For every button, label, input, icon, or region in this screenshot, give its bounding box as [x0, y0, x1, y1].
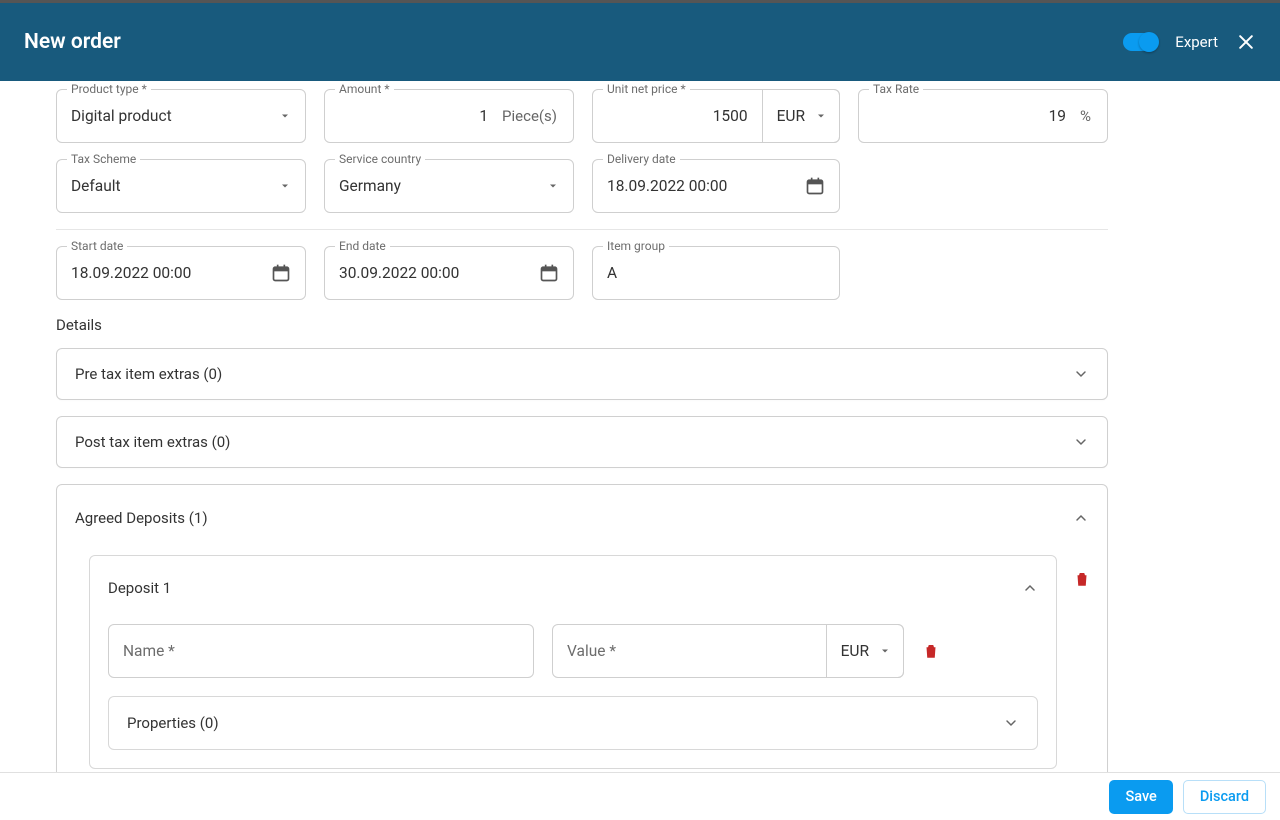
chevron-down-icon	[1073, 366, 1089, 382]
deposit-card: Deposit 1 Name * Value *	[89, 555, 1057, 769]
dialog-footer: Save Discard	[0, 772, 1280, 820]
chevron-down-icon	[1003, 715, 1019, 731]
chevron-up-icon	[1073, 510, 1089, 526]
deposit-currency-select[interactable]: EUR	[826, 624, 904, 678]
unit-net-price-label: Unit net price *	[603, 82, 690, 96]
deposit-name-label: Name *	[123, 642, 175, 660]
tax-rate-unit: %	[1074, 107, 1097, 125]
discard-button[interactable]: Discard	[1183, 780, 1266, 814]
tax-scheme-select[interactable]: Tax Scheme Default	[56, 159, 306, 213]
product-type-select[interactable]: Product type * Digital product	[56, 89, 306, 143]
deposit-row: Deposit 1 Name * Value *	[89, 555, 1091, 769]
product-type-value: Digital product	[71, 107, 275, 125]
amount-label: Amount *	[335, 82, 394, 96]
chevron-down-icon	[811, 110, 831, 122]
close-icon	[1236, 32, 1256, 52]
amount-value: 1	[339, 107, 496, 125]
form-scroll-area[interactable]: Product type * Digital product Amount * …	[0, 81, 1280, 772]
pre-tax-extras-header[interactable]: Pre tax item extras (0)	[57, 349, 1107, 399]
chevron-up-icon	[1022, 580, 1038, 596]
tax-rate-value: 19	[873, 107, 1074, 125]
chevron-down-icon	[275, 180, 295, 192]
deposit-card-header[interactable]: Deposit 1	[90, 556, 1056, 620]
calendar-icon[interactable]	[801, 176, 829, 196]
tax-scheme-value: Default	[71, 177, 275, 195]
start-date-label: Start date	[67, 239, 127, 253]
item-group-value: A	[607, 264, 829, 282]
amount-unit: Piece(s)	[496, 107, 563, 125]
save-button[interactable]: Save	[1109, 780, 1172, 814]
delivery-date-label: Delivery date	[603, 152, 680, 166]
dialog-header: New order Expert	[0, 3, 1280, 81]
deposit-value-label: Value *	[567, 642, 820, 660]
delivery-date-value: 18.09.2022 00:00	[607, 177, 801, 195]
currency-select[interactable]: EUR	[762, 89, 840, 143]
post-tax-extras-title: Post tax item extras (0)	[75, 433, 230, 451]
deposit-value-field[interactable]: Value * EUR	[552, 624, 904, 678]
tax-rate-label: Tax Rate	[869, 82, 923, 96]
tax-rate-field[interactable]: Tax Rate 19 %	[858, 89, 1108, 143]
row-1: Product type * Digital product Amount * …	[56, 89, 1116, 143]
trash-icon	[922, 641, 940, 661]
dialog-title: New order	[24, 30, 121, 54]
end-date-value: 30.09.2022 00:00	[339, 264, 535, 282]
deposit-properties-title: Properties (0)	[127, 714, 219, 732]
unit-net-price-field[interactable]: Unit net price * 1500 EUR	[592, 89, 840, 143]
header-right: Expert	[1123, 32, 1256, 52]
deposit-properties-accordion[interactable]: Properties (0)	[108, 696, 1038, 750]
deposit-title: Deposit 1	[108, 579, 171, 597]
calendar-icon[interactable]	[535, 263, 563, 283]
end-date-label: End date	[335, 239, 390, 253]
agreed-deposits-body: Deposit 1 Name * Value *	[57, 551, 1107, 772]
chevron-down-icon	[875, 645, 895, 657]
chevron-down-icon	[1073, 434, 1089, 450]
service-country-value: Germany	[339, 177, 543, 195]
chevron-down-icon	[543, 180, 563, 192]
unit-net-price-value: 1500	[607, 107, 756, 125]
calendar-icon[interactable]	[267, 263, 295, 283]
delete-deposit-button[interactable]	[1073, 569, 1091, 589]
row-2: Tax Scheme Default Service country Germa…	[56, 159, 1116, 213]
row-3: Start date 18.09.2022 00:00 End date 30.…	[56, 246, 1116, 300]
expert-label: Expert	[1175, 33, 1218, 51]
start-date-value: 18.09.2022 00:00	[71, 264, 267, 282]
chevron-down-icon	[275, 110, 295, 122]
trash-icon	[1073, 569, 1091, 589]
start-date-field[interactable]: Start date 18.09.2022 00:00	[56, 246, 306, 300]
deposit-card-body: Name * Value * EUR	[90, 620, 1056, 768]
pre-tax-extras-title: Pre tax item extras (0)	[75, 365, 222, 383]
close-button[interactable]	[1236, 32, 1256, 52]
post-tax-extras-header[interactable]: Post tax item extras (0)	[57, 417, 1107, 467]
delete-deposit-value-button[interactable]	[922, 641, 940, 661]
amount-field[interactable]: Amount * 1 Piece(s)	[324, 89, 574, 143]
product-type-label: Product type *	[67, 82, 151, 96]
deposit-currency-value: EUR	[841, 642, 869, 660]
tax-scheme-label: Tax Scheme	[67, 152, 140, 166]
expert-toggle[interactable]	[1123, 33, 1157, 51]
agreed-deposits-header[interactable]: Agreed Deposits (1)	[57, 485, 1107, 551]
item-group-label: Item group	[603, 239, 669, 253]
delivery-date-field[interactable]: Delivery date 18.09.2022 00:00	[592, 159, 840, 213]
agreed-deposits-accordion: Agreed Deposits (1) Deposit 1 Name *	[56, 484, 1108, 772]
end-date-field[interactable]: End date 30.09.2022 00:00	[324, 246, 574, 300]
deposit-fields: Name * Value * EUR	[108, 624, 1038, 678]
service-country-select[interactable]: Service country Germany	[324, 159, 574, 213]
divider	[56, 229, 1108, 230]
currency-value: EUR	[777, 107, 805, 125]
item-group-field[interactable]: Item group A	[592, 246, 840, 300]
deposit-name-field[interactable]: Name *	[108, 624, 534, 678]
agreed-deposits-title: Agreed Deposits (1)	[75, 509, 208, 527]
pre-tax-extras-accordion: Pre tax item extras (0)	[56, 348, 1108, 400]
post-tax-extras-accordion: Post tax item extras (0)	[56, 416, 1108, 468]
service-country-label: Service country	[335, 152, 425, 166]
details-heading: Details	[56, 316, 1116, 334]
